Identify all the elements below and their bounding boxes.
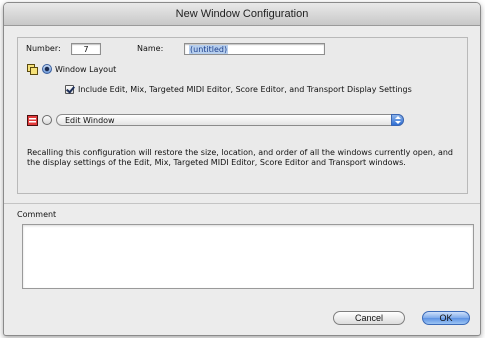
description-text: Recalling this configuration will restor… bbox=[27, 148, 454, 167]
comment-label: Comment bbox=[17, 210, 57, 219]
number-field[interactable]: 7 bbox=[71, 43, 101, 55]
dialog-title: New Window Configuration bbox=[4, 3, 480, 26]
window-layout-radio[interactable] bbox=[42, 64, 52, 74]
name-field[interactable]: (untitled) bbox=[184, 43, 325, 55]
name-label: Name: bbox=[137, 44, 164, 53]
window-layout-label: Window Layout bbox=[55, 65, 117, 74]
name-value: (untitled) bbox=[189, 45, 229, 54]
ok-button[interactable]: OK bbox=[422, 311, 470, 325]
window-type-dropdown[interactable]: Edit Window bbox=[56, 114, 404, 126]
section-divider bbox=[4, 203, 480, 204]
window-type-value: Edit Window bbox=[65, 116, 115, 125]
window-layout-icon bbox=[27, 64, 38, 75]
single-window-radio[interactable] bbox=[42, 115, 52, 125]
dropdown-arrows-icon bbox=[391, 114, 404, 126]
new-window-configuration-dialog: New Window Configuration Number: 7 Name:… bbox=[3, 2, 481, 336]
cancel-button[interactable]: Cancel bbox=[333, 311, 405, 325]
configuration-panel: Number: 7 Name: (untitled) Window Layout… bbox=[17, 37, 468, 194]
include-settings-checkbox[interactable] bbox=[65, 85, 74, 94]
comment-textarea[interactable] bbox=[22, 224, 474, 289]
window-icon bbox=[27, 115, 38, 126]
number-label: Number: bbox=[26, 44, 61, 53]
include-settings-label: Include Edit, Mix, Targeted MIDI Editor,… bbox=[78, 85, 412, 94]
